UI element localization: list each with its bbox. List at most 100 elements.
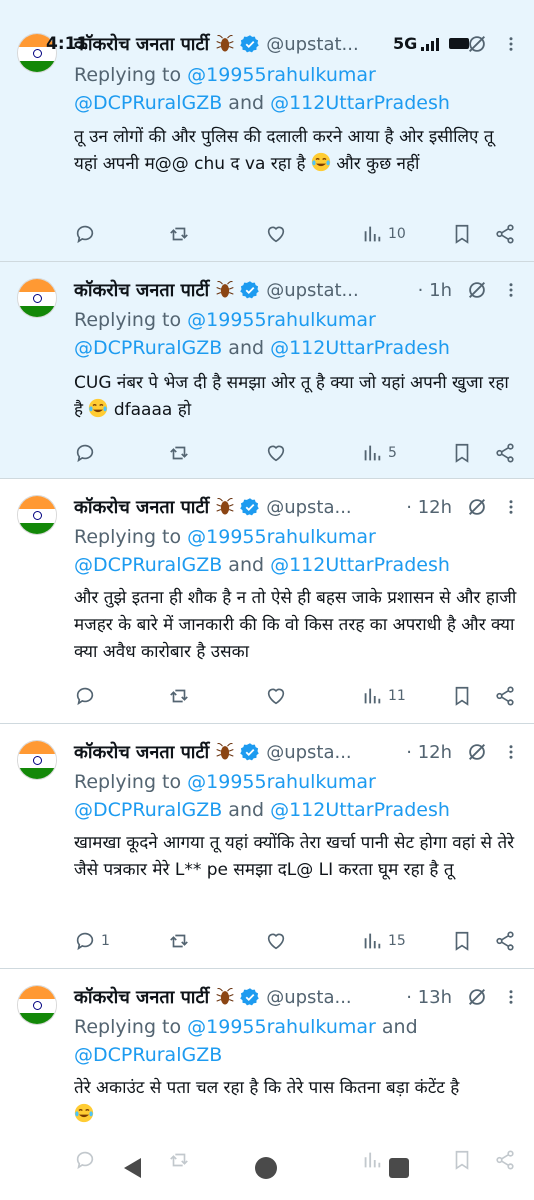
avatar[interactable] — [17, 33, 57, 73]
reply-icon — [76, 932, 94, 951]
mention-link[interactable]: @19955rahulkumar — [187, 309, 376, 331]
grok-icon[interactable] — [466, 496, 488, 518]
mention-link[interactable]: @19955rahulkumar — [187, 526, 376, 548]
like-button[interactable] — [265, 928, 287, 954]
tears-of-joy-emoji-icon — [74, 1103, 94, 1123]
share-icon — [496, 443, 514, 463]
mention-link[interactable]: @19955rahulkumar — [187, 771, 376, 793]
reply-icon — [76, 687, 94, 706]
post-time[interactable]: · 13h — [406, 987, 452, 1008]
post-time[interactable]: · 1h — [418, 280, 452, 301]
author-handle[interactable]: @upstat... — [266, 34, 416, 55]
verified-badge-icon — [240, 988, 259, 1006]
mention-link[interactable]: @19955rahulkumar — [187, 64, 376, 86]
post-time[interactable]: · 12h — [406, 497, 452, 518]
views-button[interactable]: 10 — [361, 221, 406, 247]
bookmark-icon — [455, 443, 469, 463]
views-icon — [364, 226, 381, 242]
cockroach-emoji-icon — [216, 987, 234, 1005]
share-button[interactable] — [494, 221, 516, 247]
avatar[interactable] — [17, 278, 57, 318]
more-options-icon[interactable] — [502, 742, 520, 762]
views-button[interactable]: 5 — [361, 440, 397, 466]
bookmark-button[interactable] — [451, 440, 473, 466]
home-circle-icon[interactable] — [255, 1157, 277, 1179]
cockroach-emoji-icon — [216, 497, 234, 515]
author-name[interactable]: कॉकरोच जनता पार्टी — [74, 495, 209, 519]
more-options-icon[interactable] — [502, 987, 520, 1007]
verified-badge-icon — [240, 743, 259, 761]
like-button[interactable] — [265, 683, 287, 709]
more-options-icon[interactable] — [502, 497, 520, 517]
mention-link[interactable]: @DCPRuralGZB — [74, 799, 222, 821]
repost-button[interactable] — [168, 683, 190, 709]
repost-button[interactable] — [168, 440, 190, 466]
tweet-text: और तुझे इतना ही शौक है न तो ऐसे ही बहस ज… — [74, 585, 520, 666]
reply-button[interactable] — [74, 221, 101, 247]
author-name[interactable]: कॉकरोच जनता पार्टी — [74, 985, 209, 1009]
mention-link[interactable]: @DCPRuralGZB — [74, 1044, 222, 1066]
author-handle[interactable]: @upsta... — [266, 987, 402, 1008]
author-handle[interactable]: @upsta... — [266, 742, 402, 763]
tweet-card[interactable]: कॉकरोच जनता पार्टी @upsta... · 12h Reply… — [0, 479, 534, 724]
tweet-header: कॉकरोच जनता पार्टी @upstat... — [74, 30, 520, 58]
avatar[interactable] — [17, 740, 57, 780]
views-button[interactable]: 15 — [361, 928, 406, 954]
share-button[interactable] — [494, 683, 516, 709]
avatar[interactable] — [17, 985, 57, 1025]
tweet-header: कॉकरोच जनता पार्टी @upsta... · 13h — [74, 983, 520, 1011]
author-name[interactable]: कॉकरोच जनता पार्टी — [74, 278, 209, 302]
share-icon — [496, 224, 514, 244]
grok-icon[interactable] — [466, 33, 488, 55]
mention-link[interactable]: @112UttarPradesh — [270, 337, 450, 359]
mention-link[interactable]: @112UttarPradesh — [270, 92, 450, 114]
mention-link[interactable]: @19955rahulkumar — [187, 1016, 376, 1038]
tweet-card[interactable]: कॉकरोच जनता पार्टी @upsta... · 12h Reply… — [0, 724, 534, 969]
more-options-icon[interactable] — [502, 280, 520, 300]
views-button[interactable]: 11 — [361, 683, 406, 709]
recent-apps-square-icon[interactable] — [389, 1158, 409, 1178]
mention-link[interactable]: @112UttarPradesh — [270, 554, 450, 576]
avatar[interactable] — [17, 495, 57, 535]
mention-link[interactable]: @DCPRuralGZB — [74, 337, 222, 359]
author-handle[interactable]: @upstat... — [266, 280, 413, 301]
bookmark-icon — [455, 931, 469, 951]
grok-icon[interactable] — [466, 986, 488, 1008]
back-triangle-icon[interactable] — [121, 1156, 145, 1180]
more-options-icon[interactable] — [502, 34, 520, 54]
author-name[interactable]: कॉकरोच जनता पार्टी — [74, 740, 209, 764]
share-button[interactable] — [494, 440, 516, 466]
author-name[interactable]: कॉकरोच जनता पार्टी — [74, 32, 209, 56]
like-button[interactable] — [265, 221, 287, 247]
tweet-card[interactable]: कॉकरोच जनता पार्टी @upstat... · 1h Reply… — [0, 262, 534, 479]
reply-button[interactable] — [74, 440, 101, 466]
grok-icon[interactable] — [466, 741, 488, 763]
grok-icon[interactable] — [466, 279, 488, 301]
repost-button[interactable] — [168, 221, 190, 247]
replying-prefix: Replying to — [74, 526, 188, 548]
repost-button[interactable] — [168, 928, 190, 954]
like-button[interactable] — [265, 440, 287, 466]
post-time-value: 12h — [417, 741, 452, 763]
replying-to: Replying to @19955rahulkumar @DCPRuralGZ… — [74, 61, 520, 117]
tweet-card[interactable]: कॉकरोच जनता पार्टी @upstat... Replying t… — [0, 0, 534, 262]
post-time[interactable]: · 12h — [406, 742, 452, 763]
author-handle[interactable]: @upsta... — [266, 497, 402, 518]
tears-of-joy-emoji-icon — [311, 152, 331, 172]
mention-link[interactable]: @112UttarPradesh — [270, 799, 450, 821]
heart-icon — [267, 933, 285, 950]
mention-link[interactable]: @DCPRuralGZB — [74, 554, 222, 576]
share-button[interactable] — [494, 928, 516, 954]
mention-link[interactable]: @DCPRuralGZB — [74, 92, 222, 114]
reply-button[interactable]: 1 — [74, 928, 110, 954]
reply-icon — [76, 225, 94, 244]
tweet-header: कॉकरोच जनता पार्टी @upsta... · 12h — [74, 493, 520, 521]
bookmark-button[interactable] — [451, 683, 473, 709]
post-time-value: 13h — [417, 986, 452, 1008]
reply-button[interactable] — [74, 683, 101, 709]
repost-icon — [170, 934, 188, 948]
tweet-header: कॉकरोच जनता पार्टी @upsta... · 12h — [74, 738, 520, 766]
bookmark-button[interactable] — [451, 928, 473, 954]
bookmark-button[interactable] — [451, 221, 473, 247]
replying-prefix: Replying to — [74, 1016, 188, 1038]
